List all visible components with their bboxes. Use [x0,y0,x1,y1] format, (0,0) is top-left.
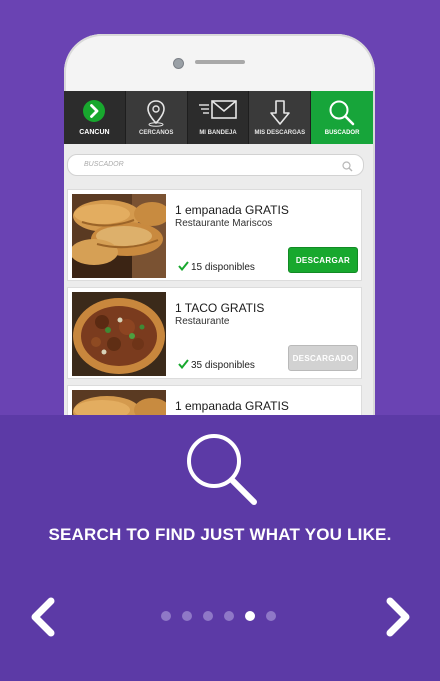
previous-arrow-icon[interactable] [27,597,57,642]
inbox-envelope-icon [198,99,238,123]
search-icon[interactable] [342,159,353,177]
availability-text: 15 disponibles [191,262,255,273]
offer-title: 1 empanada GRATIS [175,203,289,217]
page-dot[interactable] [182,611,192,621]
next-arrow-icon[interactable] [384,597,414,642]
availability: 35 disponibles [178,359,255,372]
nav-item-cancun[interactable]: CANCUN [64,91,126,144]
phone-camera [173,58,184,69]
onboarding-panel: SEARCH TO FIND JUST WHAT YOU LIKE. [0,415,440,681]
top-navigation: CANCUN CERCANOS MI BANDEJA MIS DESCARGAS… [64,91,373,144]
download-arrow-icon [269,99,291,129]
search-icon [183,431,259,512]
page-dot[interactable] [161,611,171,621]
nav-label-buscador: BUSCADOR [324,130,360,136]
location-pin-icon [145,99,167,129]
page-dot[interactable] [266,611,276,621]
search-icon [328,99,356,129]
restaurant-name: Restaurante Mariscos [175,218,273,229]
download-button[interactable]: DESCARGAR [288,247,358,273]
app-screen: CANCUN CERCANOS MI BANDEJA MIS DESCARGAS… [64,91,373,415]
nav-item-mis-descargas[interactable]: MIS DESCARGAS [249,91,312,144]
nav-label-cancun: CANCUN [79,129,110,136]
empanada-image [72,390,166,415]
onboarding-tagline: SEARCH TO FIND JUST WHAT YOU LIKE. [48,525,392,544]
nav-item-buscador[interactable]: BUSCADOR [311,91,373,144]
pagination-dots [161,611,276,621]
check-icon [178,359,189,372]
nav-item-mi-bandeja[interactable]: MI BANDEJA [188,91,250,144]
downloaded-button: DESCARGADO [288,345,358,371]
page-dot-active[interactable] [245,611,255,621]
chevron-right-icon [82,99,106,125]
offer-card[interactable]: 1 empanada GRATIS [67,385,362,415]
check-icon [178,261,189,274]
page-dot[interactable] [203,611,213,621]
nav-label-mis-descargas: MIS DESCARGAS [254,130,306,136]
restaurant-name: Restaurante [175,316,230,327]
offer-title: 1 empanada GRATIS [175,399,289,413]
empanada-image [72,194,166,278]
nav-label-cercanos: CERCANOS [139,130,174,136]
offer-card[interactable]: 1 TACO GRATIS Restaurante 35 disponibles… [67,287,362,379]
search-placeholder: BUSCADOR [84,161,124,168]
search-input[interactable]: BUSCADOR [67,154,364,176]
phone-speaker [195,60,245,64]
offer-card[interactable]: 1 empanada GRATIS Restaurante Mariscos 1… [67,189,362,281]
offer-title: 1 TACO GRATIS [175,301,265,315]
availability: 15 disponibles [178,261,255,274]
nav-item-cercanos[interactable]: CERCANOS [125,91,188,144]
page-dot[interactable] [224,611,234,621]
taco-image [72,292,166,376]
availability-text: 35 disponibles [191,360,255,371]
nav-label-mi-bandeja: MI BANDEJA [199,130,237,136]
